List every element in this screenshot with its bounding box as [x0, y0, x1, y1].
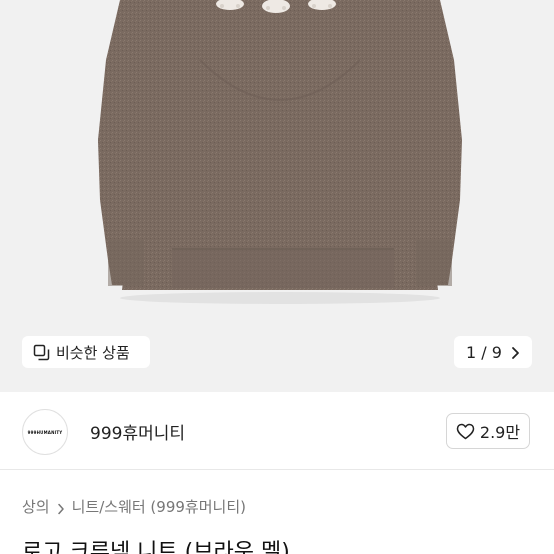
product-title: 로고 크루넥 니트 (브라운 멜) [22, 540, 290, 554]
shop-info: 999HUMANITY 999휴머니티 2.9만 [0, 392, 554, 470]
sweater-photo [98, 0, 462, 304]
like-count: 2.9만 [479, 423, 521, 442]
chevron-right-icon [510, 345, 520, 359]
breadcrumb: 상의 니트/스웨터 (999휴머니티) [22, 496, 246, 517]
pager-count: 1 / 9 [466, 342, 502, 362]
similar-products-button[interactable]: 비슷한 상품 [22, 336, 150, 368]
image-pager[interactable]: 1 / 9 [454, 336, 532, 368]
product-image[interactable]: 비슷한 상품 1 / 9 [0, 0, 554, 392]
like-button[interactable]: 2.9만 [446, 413, 530, 449]
shop-avatar[interactable]: 999HUMANITY [22, 409, 68, 455]
heart-icon [456, 423, 475, 440]
chevron-right-icon [57, 501, 65, 514]
avatar-logo-text: 999HUMANITY [27, 429, 63, 435]
shop-name[interactable]: 999휴머니티 [90, 419, 185, 444]
similar-products-label: 비슷한 상품 [56, 343, 130, 362]
copy-icon [33, 344, 50, 361]
breadcrumb-item-category[interactable]: 니트/스웨터 (999휴머니티) [72, 496, 246, 517]
breadcrumb-item-top[interactable]: 상의 [22, 496, 50, 517]
